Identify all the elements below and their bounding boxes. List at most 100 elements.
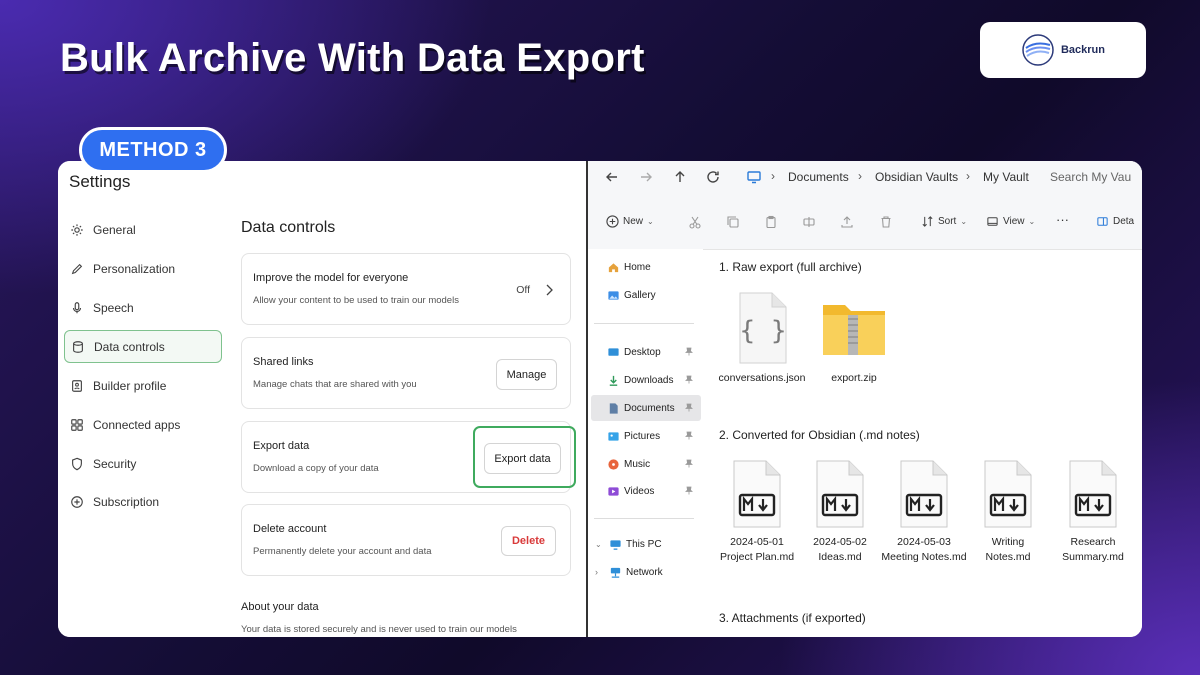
documents-icon	[609, 402, 618, 414]
file-item[interactable]: Research Summary.md	[1047, 459, 1139, 565]
improve-model-card[interactable]: Improve the model for everyone Allow you…	[241, 253, 571, 325]
pen-icon	[71, 263, 83, 274]
nav-label: Desktop	[624, 346, 661, 358]
file-name-line2: Summary.md	[1062, 551, 1124, 563]
card-title: Shared links	[253, 356, 314, 368]
manage-button[interactable]: Manage	[496, 359, 557, 390]
settings-nav-security[interactable]: Security	[64, 447, 222, 480]
markdown-file-icon	[733, 460, 781, 528]
settings-nav-subscription[interactable]: Subscription	[64, 485, 222, 518]
sort-icon	[922, 216, 933, 227]
chevron-down-icon: ⌄	[960, 217, 968, 226]
file-item[interactable]: 2024-05-03 Meeting Notes.md	[878, 459, 970, 565]
file-name-line1: 2024-05-01	[730, 536, 784, 548]
nav-videos[interactable]: Videos	[591, 478, 701, 504]
nav-music[interactable]: Music	[591, 451, 701, 477]
breadcrumb-obsidian-vaults[interactable]: Obsidian Vaults	[875, 170, 958, 184]
settings-nav-speech[interactable]: Speech	[64, 291, 222, 324]
file-name-line2: Project Plan.md	[719, 551, 795, 563]
sort-button[interactable]: Sort ⌄	[921, 215, 967, 228]
nav-label: Gallery	[624, 289, 656, 301]
pin-icon	[685, 486, 693, 498]
nav-network[interactable]: › Network	[591, 559, 701, 585]
file-explorer-window: › Documents › Obsidian Vaults › My Vault…	[588, 161, 1142, 637]
refresh-icon[interactable]	[705, 169, 721, 185]
delete-account-button[interactable]: Delete	[501, 526, 556, 556]
file-name-line2: Notes.md	[985, 551, 1031, 563]
file-name-line2: Meeting Notes.md	[881, 551, 967, 563]
file-item[interactable]: 2024-05-01 Project Plan.md	[711, 459, 803, 565]
breadcrumb-my-vault[interactable]: My Vault	[983, 170, 1029, 184]
json-file-icon: { }	[739, 292, 787, 364]
file-item[interactable]: Writing Notes.md	[962, 459, 1054, 565]
file-name-line1: Writing	[991, 536, 1025, 548]
brand-logo: Backrun	[980, 22, 1146, 78]
address-bar: › Documents › Obsidian Vaults › My Vault…	[588, 161, 1142, 193]
back-arrow-icon[interactable]	[604, 169, 620, 185]
trash-icon[interactable]	[879, 215, 893, 229]
plus-circle-icon	[606, 215, 619, 228]
nav-gallery[interactable]: Gallery	[591, 282, 701, 308]
share-icon[interactable]	[840, 215, 854, 229]
more-options-icon[interactable]: ···	[1056, 212, 1069, 227]
nav-home[interactable]: Home	[591, 254, 701, 280]
grid-icon	[71, 418, 83, 431]
pin-icon	[685, 347, 693, 359]
card-title: Delete account	[253, 523, 327, 535]
rename-icon[interactable]	[802, 215, 816, 229]
nav-documents[interactable]: Documents	[591, 395, 701, 421]
settings-nav-label: Personalization	[93, 261, 176, 276]
cut-icon[interactable]	[688, 215, 702, 229]
plus-circle-icon	[71, 495, 83, 508]
method-badge: METHOD 3	[79, 127, 227, 173]
settings-nav-general[interactable]: General	[64, 213, 222, 246]
paste-icon[interactable]	[764, 215, 778, 229]
nav-pictures[interactable]: Pictures	[591, 423, 701, 449]
breadcrumb-documents[interactable]: Documents	[788, 170, 849, 184]
gear-icon	[71, 223, 83, 236]
up-arrow-icon[interactable]	[672, 169, 688, 185]
new-label: New	[623, 216, 644, 227]
brand-name: Backrun	[1060, 44, 1106, 56]
card-description: Manage chats that are shared with you	[253, 379, 417, 390]
forward-arrow-icon[interactable]	[638, 169, 654, 185]
gallery-icon	[608, 290, 619, 300]
nav-label: Downloads	[624, 374, 674, 386]
file-item[interactable]: 2024-05-02 Ideas.md	[794, 459, 886, 565]
file-item[interactable]: { } conversations.json	[716, 291, 808, 386]
settings-nav-personalization[interactable]: Personalization	[64, 252, 222, 285]
file-name-line2: Ideas.md	[818, 551, 862, 563]
nav-desktop[interactable]: Desktop	[591, 339, 701, 365]
settings-nav-connected-apps[interactable]: Connected apps	[64, 408, 222, 441]
copy-icon[interactable]	[726, 215, 740, 229]
microphone-icon	[72, 301, 82, 313]
export-data-button[interactable]: Export data	[484, 443, 561, 474]
details-button[interactable]: Deta	[1096, 215, 1134, 228]
pin-icon	[685, 403, 693, 415]
search-input[interactable]: Search My Vau	[1050, 170, 1131, 184]
card-title: Export data	[253, 440, 310, 452]
nav-this-pc[interactable]: ⌄ This PC	[591, 531, 701, 557]
markdown-file-icon	[900, 460, 948, 528]
settings-panel: Settings General Personalization Speech …	[58, 161, 586, 637]
settings-title: Settings	[69, 172, 131, 191]
settings-nav-builder-profile[interactable]: Builder profile	[64, 369, 222, 402]
breadcrumb-chevron-icon: ›	[771, 169, 775, 183]
view-button[interactable]: View ⌄	[986, 215, 1035, 228]
settings-nav-label: General	[93, 222, 136, 237]
settings-nav-label: Connected apps	[93, 417, 181, 432]
chevron-right-icon	[546, 284, 553, 296]
markdown-file-icon	[984, 460, 1032, 528]
nav-downloads[interactable]: Downloads	[591, 367, 701, 393]
settings-nav-data-controls[interactable]: Data controls	[64, 330, 222, 363]
pin-icon	[685, 431, 693, 443]
zip-folder-icon	[823, 305, 885, 355]
card-description: Allow your content to be used to train o…	[253, 295, 459, 306]
file-item[interactable]: export.zip	[808, 291, 900, 386]
card-description: Permanently delete your account and data	[253, 546, 432, 557]
nav-divider	[594, 518, 694, 519]
shield-icon	[72, 457, 82, 470]
new-button[interactable]: New ⌄	[606, 215, 654, 228]
monitor-icon	[747, 171, 761, 184]
settings-nav-label: Speech	[93, 300, 134, 315]
